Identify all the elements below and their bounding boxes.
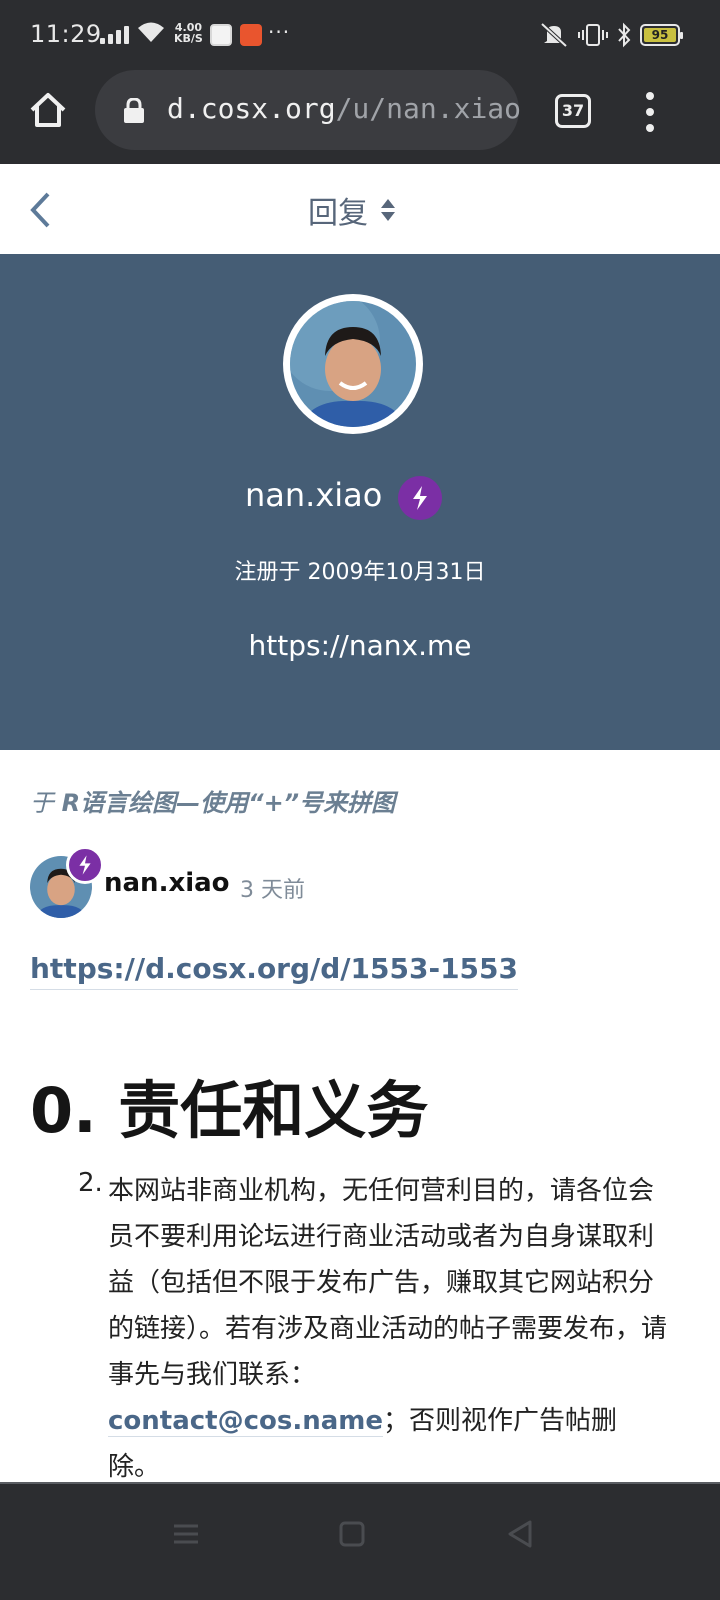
list-number: 2. [78, 1168, 103, 1198]
wifi-icon [138, 22, 164, 42]
profile-hero: nan.xiao 注册于 2009年10月31日 https://nanx.me [0, 254, 720, 750]
post-header: nan.xiao 3 天前 [30, 846, 690, 922]
profile-website-link[interactable]: https://nanx.me [0, 629, 720, 662]
post-link[interactable]: https://d.cosx.org/d/1553-1553 [30, 952, 519, 990]
menu-nav-icon[interactable] [166, 1514, 206, 1554]
list-text: 本网站非商业机构，无任何营利目的，请各位会员不要利用论坛进行商业活动或者为自身谋… [108, 1176, 668, 1390]
battery-icon: 95 [640, 24, 683, 46]
bluetooth-icon [618, 22, 631, 48]
url-domain: d.cosx.org [167, 92, 336, 125]
url-text: d.cosx.org/u/nan.xiao [167, 92, 521, 125]
profile-username: nan.xiao [245, 476, 383, 514]
more-notifications-icon: ··· [268, 20, 291, 44]
email-link[interactable]: contact@cos.name [108, 1406, 384, 1437]
mute-icon [540, 22, 568, 48]
signal-icon [100, 24, 129, 44]
back-icon[interactable] [28, 190, 58, 230]
lightning-icon [398, 476, 442, 520]
sort-label: 回复 [308, 196, 368, 231]
browser-toolbar: d.cosx.org/u/nan.xiao 37 [0, 70, 720, 164]
join-date: 注册于 2009年10月31日 [234, 560, 486, 585]
notification-shop-icon [240, 24, 262, 46]
battery-level: 95 [644, 28, 676, 42]
discussion-title: R语言绘图—使用“+”号来拼图 [61, 789, 396, 817]
avatar[interactable] [283, 294, 423, 434]
address-bar[interactable]: d.cosx.org/u/nan.xiao [95, 70, 521, 150]
sort-dropdown[interactable]: 回复 [308, 188, 396, 232]
clock: 11:29 [30, 20, 102, 48]
page-header: 回复 [0, 164, 720, 254]
post-heading: 0. 责任和义务 [30, 1074, 429, 1147]
sort-icon [381, 199, 395, 221]
url-path: /u/nan.xiao [335, 92, 522, 125]
status-bar: 11:29 4.00 KB/S ··· 95 [0, 0, 720, 70]
home-icon[interactable] [28, 90, 68, 130]
home-nav-icon[interactable] [332, 1514, 372, 1554]
discussion-context[interactable]: 于 R语言绘图—使用“+”号来拼图 [30, 783, 395, 818]
post-time[interactable]: 3 天前 [240, 872, 305, 904]
back-nav-icon[interactable] [500, 1514, 540, 1554]
tabs-button[interactable]: 37 [555, 94, 591, 128]
notification-app-icon [210, 24, 232, 46]
status-icons: 95 [538, 22, 683, 48]
vibrate-icon [578, 24, 608, 46]
lock-icon [124, 98, 144, 123]
list-item: 本网站非商业机构，无任何营利目的，请各位会员不要利用论坛进行商业活动或者为自身谋… [108, 1168, 668, 1490]
more-icon[interactable] [640, 92, 660, 132]
system-navigation-bar [0, 1482, 720, 1600]
post-author[interactable]: nan.xiao [104, 868, 230, 898]
lightning-icon [66, 846, 104, 884]
network-speed: 4.00 KB/S [174, 21, 203, 45]
